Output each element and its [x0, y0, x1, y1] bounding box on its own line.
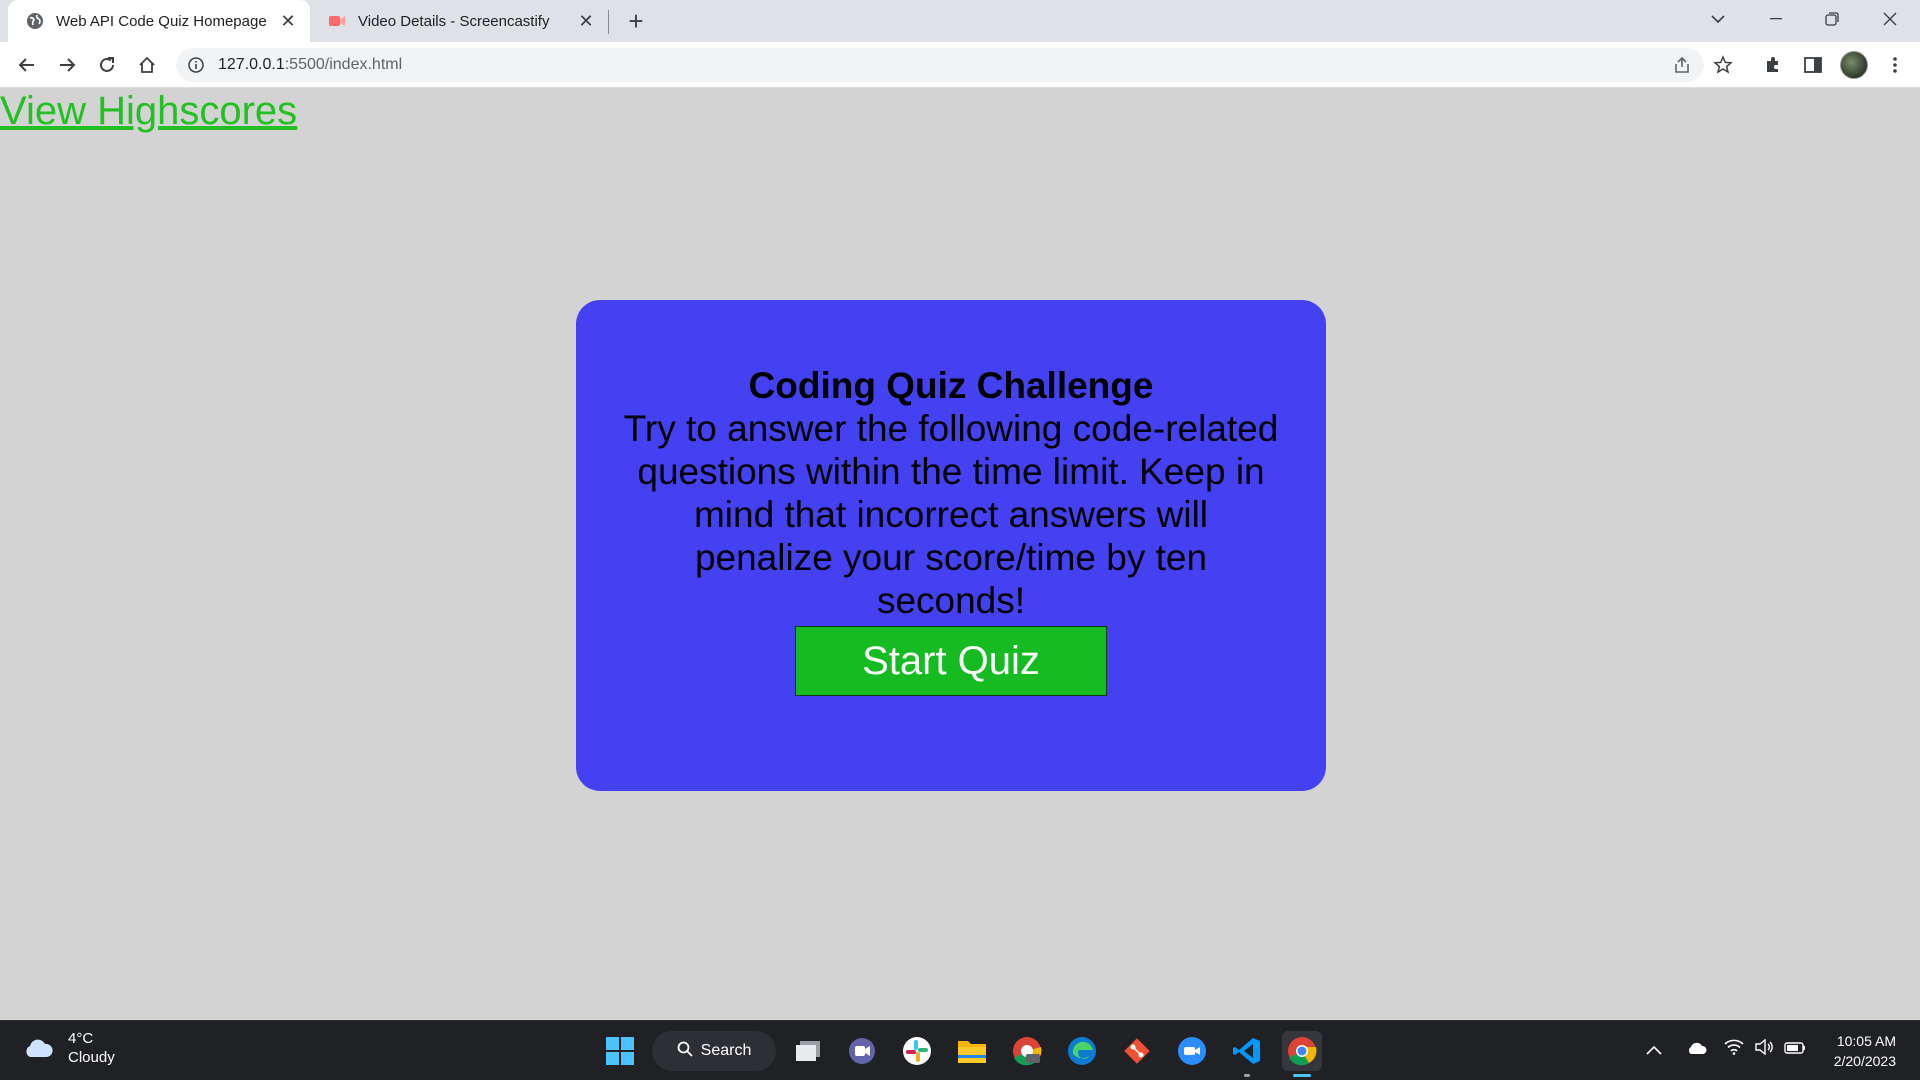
- wifi-icon[interactable]: [1724, 1039, 1744, 1060]
- weather-text: 4°C Cloudy: [68, 1029, 115, 1067]
- close-tab-icon[interactable]: ✕: [576, 11, 596, 31]
- start-icon[interactable]: [600, 1031, 640, 1071]
- address-bar[interactable]: 127.0.0.1:5500/index.html: [176, 48, 1704, 82]
- reload-button[interactable]: [92, 50, 122, 80]
- home-button[interactable]: [132, 50, 162, 80]
- reload-icon: [100, 57, 114, 72]
- clock-time: 10:05 AM: [1836, 1033, 1896, 1049]
- show-hidden-icons-chevron-icon[interactable]: [1646, 1039, 1662, 1060]
- view-highscores-link[interactable]: View Highscores: [0, 89, 297, 134]
- restore-icon: [1825, 12, 1839, 26]
- teams-icon[interactable]: [842, 1031, 882, 1071]
- tab-title: Video Details - Screencastify: [358, 12, 550, 30]
- cloud-icon: [26, 1039, 53, 1057]
- weather-temp: 4°C: [68, 1030, 94, 1047]
- search-icon: [677, 1041, 693, 1062]
- slack-icon[interactable]: [897, 1031, 937, 1071]
- tab-screencastify[interactable]: Video Details - Screencastify ✕: [312, 0, 608, 42]
- windows-taskbar: 4°C Cloudy Search 10:05 AM 2/20/2023: [0, 1020, 1920, 1080]
- forward-button[interactable]: [52, 50, 82, 80]
- bookmark-star-icon[interactable]: [1708, 50, 1738, 80]
- home-icon: [139, 56, 155, 73]
- url-path: :5500/index.html: [284, 56, 403, 73]
- globe-icon: [26, 12, 44, 30]
- search-label: Search: [700, 1042, 752, 1059]
- active-app-indicator: [1293, 1074, 1311, 1077]
- zoom-icon[interactable]: [1172, 1031, 1212, 1071]
- close-icon: [1883, 12, 1897, 26]
- tab-web-api-code-quiz[interactable]: Web API Code Quiz Homepage ✕: [8, 0, 310, 42]
- profile-avatar[interactable]: [1840, 51, 1868, 79]
- minimize-icon: [1770, 18, 1782, 20]
- chrome-dev-icon[interactable]: [1007, 1031, 1047, 1071]
- volume-icon[interactable]: [1754, 1038, 1774, 1060]
- minimize-button[interactable]: [1748, 0, 1804, 38]
- file-explorer-icon[interactable]: [952, 1031, 992, 1071]
- arrow-right-icon: [60, 58, 76, 72]
- running-indicator: [1244, 1074, 1250, 1077]
- quiz-description: Try to answer the following code-related…: [623, 408, 1279, 621]
- onedrive-cloud-icon[interactable]: [1686, 1039, 1708, 1060]
- chrome-icon[interactable]: [1282, 1031, 1322, 1077]
- browser-toolbar: 127.0.0.1:5500/index.html: [0, 42, 1920, 88]
- clock-date: 2/20/2023: [1833, 1053, 1896, 1069]
- weather-widget[interactable]: 4°C Cloudy: [22, 1029, 115, 1067]
- tab-title: Web API Code Quiz Homepage: [56, 12, 267, 30]
- quiz-intro-card: Coding Quiz Challenge Try to answer the …: [576, 300, 1326, 791]
- close-tab-icon[interactable]: ✕: [278, 11, 298, 31]
- vscode-icon[interactable]: [1227, 1031, 1267, 1077]
- share-icon[interactable]: [1670, 53, 1694, 77]
- weather-condition: Cloudy: [68, 1049, 115, 1066]
- back-button[interactable]: [12, 50, 42, 80]
- extensions-icon[interactable]: [1758, 50, 1788, 80]
- chevron-down-icon: [1711, 15, 1725, 24]
- task-view-icon[interactable]: [788, 1031, 828, 1071]
- edge-icon[interactable]: [1062, 1031, 1102, 1071]
- git-icon[interactable]: [1117, 1031, 1157, 1071]
- battery-icon[interactable]: [1784, 1039, 1806, 1060]
- arrow-left-icon: [18, 58, 34, 72]
- system-clock[interactable]: 10:05 AM 2/20/2023: [1834, 1031, 1896, 1071]
- start-quiz-button[interactable]: Start Quiz: [795, 626, 1107, 696]
- url-host: 127.0.0.1: [218, 56, 285, 73]
- side-panel-icon[interactable]: [1798, 50, 1828, 80]
- url-text: 127.0.0.1:5500/index.html: [218, 56, 402, 74]
- browser-tab-strip: Web API Code Quiz Homepage ✕ Video Detai…: [0, 0, 1920, 42]
- taskbar-search[interactable]: Search: [652, 1031, 776, 1071]
- quiz-title: Coding Quiz Challenge: [748, 365, 1154, 406]
- close-window-button[interactable]: [1862, 0, 1918, 38]
- tab-divider: [608, 10, 609, 34]
- new-tab-button[interactable]: +: [622, 6, 650, 36]
- site-info-icon[interactable]: [186, 55, 206, 75]
- page-viewport: View Highscores Coding Quiz Challenge Tr…: [0, 89, 1920, 1020]
- menu-kebab-icon[interactable]: [1880, 50, 1910, 80]
- screencastify-icon: [328, 12, 346, 30]
- tab-search-button[interactable]: [1690, 0, 1746, 38]
- restore-button[interactable]: [1804, 0, 1860, 38]
